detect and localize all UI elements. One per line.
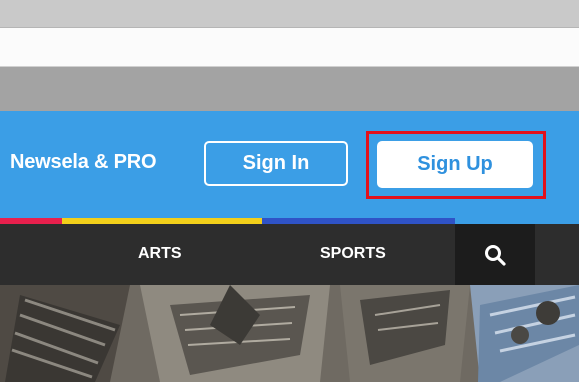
search-button[interactable] (455, 224, 535, 285)
search-icon (485, 244, 506, 266)
hero-photo (0, 285, 579, 382)
sign-in-label: Sign In (242, 152, 310, 174)
nav-item-sports[interactable]: SPORTS (320, 245, 386, 263)
nav-item-arts[interactable]: ARTS (138, 245, 182, 263)
browser-address-bar[interactable] (0, 28, 579, 67)
brand-text: Newsela & PRO (10, 151, 157, 173)
browser-tab-strip (0, 0, 579, 28)
sign-in-button[interactable]: Sign In (204, 141, 348, 186)
sign-up-button[interactable]: Sign Up (377, 141, 533, 188)
browser-viewport: Newsela & PRO Sign In Sign Up ARTS SPORT… (0, 0, 579, 382)
sign-up-label: Sign Up (417, 153, 493, 175)
browser-toolbar-shadow (0, 67, 579, 111)
